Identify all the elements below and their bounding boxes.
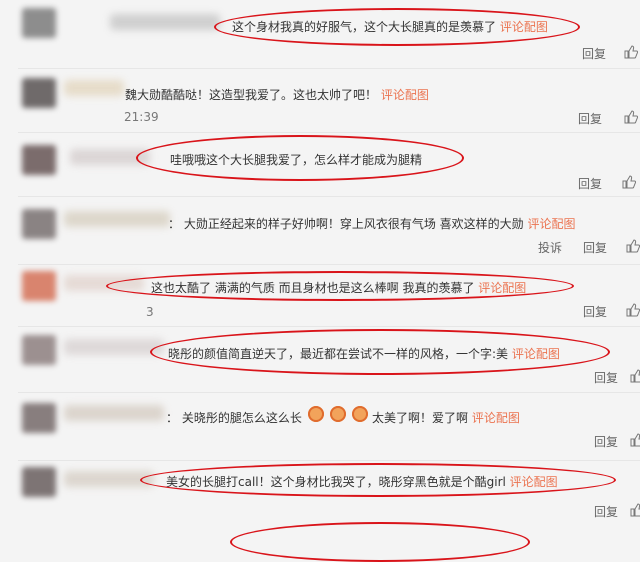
like-icon[interactable] <box>624 110 638 124</box>
username-blurred[interactable] <box>64 405 164 421</box>
avatar[interactable] <box>22 78 56 108</box>
comment-row: 魏大勋酷酷哒！这造型我爱了。这也太帅了吧！ 评论配图 21:39 回复 <box>0 70 640 132</box>
comment-row: ： 关晓彤的腿怎么这么长 太美了啊！爱了啊 评论配图 回复 <box>0 393 640 459</box>
avatar[interactable] <box>22 145 56 175</box>
annotation-circle <box>140 463 616 497</box>
avatar[interactable] <box>22 403 56 433</box>
avatar[interactable] <box>22 335 56 365</box>
like-icon[interactable] <box>626 239 640 253</box>
reply-button[interactable]: 回复 <box>594 369 618 386</box>
comment-text: 魏大勋酷酷哒！这造型我爱了。这也太帅了吧！ 评论配图 <box>125 88 429 102</box>
report-button[interactable]: 投诉 <box>538 239 562 256</box>
annotation-circle <box>150 329 610 375</box>
comment-text: ： 关晓彤的腿怎么这么长 <box>166 411 302 425</box>
avatar[interactable] <box>22 209 56 239</box>
emoji-icon <box>308 406 324 422</box>
comment-text-continued: 太美了啊！爱了啊 评论配图 <box>372 411 520 425</box>
username-blurred[interactable] <box>64 339 164 355</box>
comment-row: 这个身材我真的好服气，这个大长腿真的是羡慕了 评论配图 回复 <box>0 0 640 70</box>
avatar[interactable] <box>22 8 56 38</box>
reply-button[interactable]: 回复 <box>583 303 607 320</box>
like-icon[interactable] <box>630 503 640 517</box>
divider <box>18 68 640 69</box>
reply-button[interactable]: 回复 <box>582 45 606 62</box>
avatar[interactable] <box>22 271 56 301</box>
reply-button[interactable]: 回复 <box>578 175 602 192</box>
avatar[interactable] <box>22 467 56 497</box>
like-icon[interactable] <box>622 175 636 189</box>
like-icon[interactable] <box>626 303 640 317</box>
annotation-circle <box>106 271 574 301</box>
emoji-icon <box>352 406 368 422</box>
like-icon[interactable] <box>624 45 638 59</box>
reply-button[interactable]: 回复 <box>578 110 602 127</box>
comment-image-link[interactable]: 评论配图 <box>472 411 520 425</box>
annotation-circle <box>230 522 530 562</box>
username-blurred[interactable] <box>110 14 220 30</box>
reply-button[interactable]: 回复 <box>594 503 618 520</box>
comment-row: 这也太酷了 满满的气质 而且身材也是这么棒啊 我真的羡慕了 评论配图 3 回复 <box>0 265 640 323</box>
comment-row: 晓彤的颜值简直逆天了，最近都在尝试不一样的风格，一个字:美 评论配图 回复 <box>0 327 640 391</box>
username-blurred[interactable] <box>64 80 124 96</box>
reply-button[interactable]: 回复 <box>583 239 607 256</box>
emoji-icon <box>330 406 346 422</box>
comment-image-link[interactable]: 评论配图 <box>527 217 575 231</box>
reply-button[interactable]: 回复 <box>594 433 618 450</box>
annotation-circle <box>136 135 464 181</box>
comment-row: 美女的长腿打call！这个身材比我哭了，晓彤穿黑色就是个酷girl 评论配图 回… <box>0 461 640 523</box>
username-blurred[interactable] <box>64 211 170 227</box>
comment-text: ： 大勋正经起来的样子好帅啊！穿上风衣很有气场 喜欢这样的大勋 评论配图 <box>168 217 576 231</box>
timestamp-partial: 3 <box>146 305 154 319</box>
annotation-circle <box>214 8 580 46</box>
comment-row: ： 大勋正经起来的样子好帅啊！穿上风衣很有气场 喜欢这样的大勋 评论配图 投诉 … <box>0 197 640 263</box>
comment-image-link[interactable]: 评论配图 <box>381 88 429 102</box>
like-icon[interactable] <box>630 433 640 447</box>
timestamp: 21:39 <box>124 110 159 124</box>
comment-row: 哇哦哦这个大长腿我爱了，怎么样才能成为腿精 回复 <box>0 133 640 195</box>
like-icon[interactable] <box>630 369 640 383</box>
